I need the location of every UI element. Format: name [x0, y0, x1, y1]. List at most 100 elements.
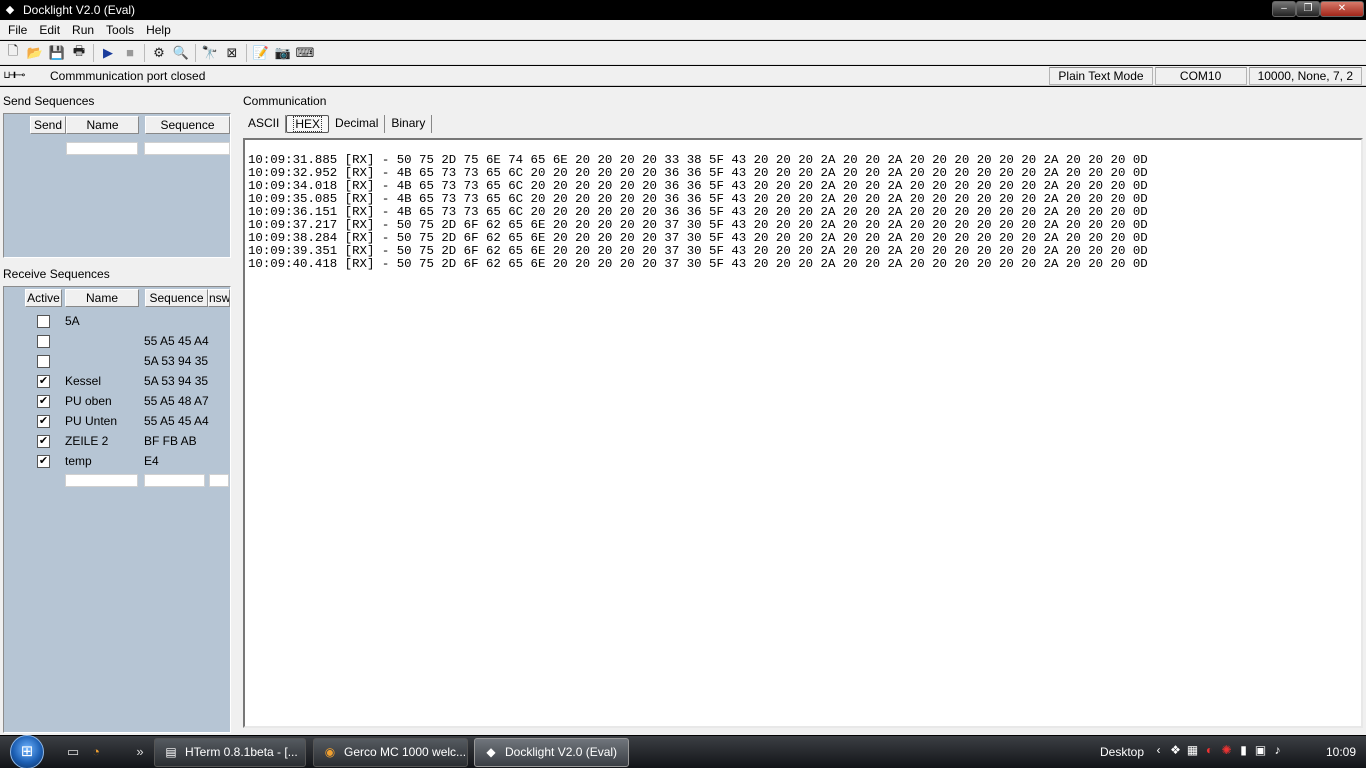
toolbar-separator: [144, 43, 145, 62]
menu-help[interactable]: Help: [140, 21, 177, 39]
active-checkbox[interactable]: ✔: [37, 435, 50, 448]
new-send-name-cell[interactable]: [66, 142, 138, 155]
battery-icon[interactable]: ▮: [1235, 743, 1252, 757]
tab-hex-label: HEX: [293, 116, 323, 132]
dropbox-icon[interactable]: ❖: [1167, 743, 1184, 757]
desktop-toolbar[interactable]: Desktop: [1100, 745, 1144, 759]
print-icon[interactable]: 🖶: [68, 43, 90, 63]
active-checkbox[interactable]: [37, 315, 50, 328]
tab-binary[interactable]: Binary: [385, 115, 433, 133]
task-label: Gerco MC 1000 welc...: [344, 745, 467, 759]
active-col-header[interactable]: Active: [25, 289, 62, 307]
antivirus-icon[interactable]: ◐: [1201, 743, 1218, 757]
table-row[interactable]: ✔ PU oben 55 A5 48 A7: [4, 391, 230, 411]
open-folder-icon[interactable]: 📂: [24, 43, 46, 63]
name-col-header[interactable]: Name: [65, 289, 139, 307]
row-sequence: E4: [144, 454, 159, 468]
port-indicator: COM10: [1154, 67, 1247, 85]
network-icon[interactable]: ▣: [1252, 743, 1269, 757]
active-checkbox[interactable]: [37, 355, 50, 368]
firefox-icon: ◉: [324, 745, 336, 759]
row-sequence: 55 A5 45 A4: [144, 414, 209, 428]
docklight-app-icon[interactable]: ◆: [3, 3, 17, 17]
network-drive-icon[interactable]: ▦: [1184, 743, 1201, 757]
new-receive-sequence-cell[interactable]: [144, 474, 205, 487]
close-button[interactable]: ✕: [1320, 1, 1364, 17]
mode-indicator: Plain Text Mode: [1049, 67, 1153, 85]
display-mode-tabs: ASCII HEX Decimal Binary: [242, 114, 433, 134]
snapshot-camera-icon[interactable]: 📷: [272, 43, 294, 63]
menu-tools[interactable]: Tools: [100, 21, 140, 39]
settings-indicator: 10000, None, 7, 2: [1248, 67, 1362, 85]
send-col-header[interactable]: Send: [30, 116, 66, 134]
clear-window-icon[interactable]: ⊠: [221, 43, 243, 63]
tray-expand-icon[interactable]: ‹: [1150, 743, 1167, 757]
table-row[interactable]: 55 A5 45 A4: [4, 331, 230, 351]
table-row[interactable]: 5A 53 94 35: [4, 351, 230, 371]
receive-sequences-grid[interactable]: Active Name Sequence nsw 5A 55 A5 45 A4 …: [3, 286, 231, 733]
toolbar-separator: [195, 43, 196, 62]
active-checkbox[interactable]: ✔: [37, 395, 50, 408]
tab-ascii[interactable]: ASCII: [242, 115, 287, 133]
row-name: ZEILE 2: [65, 434, 109, 448]
menu-file[interactable]: File: [2, 21, 33, 39]
hterm-icon: ▤: [165, 745, 177, 759]
port-connection-icon: ⊔⊣⊢⊸: [4, 70, 25, 81]
toolbar-separator: [246, 43, 247, 62]
menu-edit[interactable]: Edit: [33, 21, 66, 39]
project-settings-icon[interactable]: ⚙: [148, 43, 170, 63]
row-sequence: 55 A5 48 A7: [144, 394, 209, 408]
task-docklight[interactable]: ◆ Docklight V2.0 (Eval): [474, 738, 629, 767]
active-checkbox[interactable]: ✔: [37, 415, 50, 428]
notepad-icon[interactable]: 📝: [250, 43, 272, 63]
quicklaunch-overflow-icon[interactable]: »: [130, 742, 150, 762]
window-controls: ‒ ❐ ✕: [1272, 1, 1364, 17]
volume-icon[interactable]: ♪: [1269, 743, 1286, 757]
communication-window[interactable]: 10:09:31.885 [RX] - 50 75 2D 75 6E 74 65…: [243, 138, 1363, 728]
task-hterm[interactable]: ▤ HTerm 0.8.1beta - [...: [154, 738, 306, 767]
table-row[interactable]: ✔ Kessel 5A 53 94 35: [4, 371, 230, 391]
toolbar-separator: [93, 43, 94, 62]
keyboard-icon[interactable]: ⌨: [294, 43, 316, 63]
active-checkbox[interactable]: ✔: [37, 455, 50, 468]
table-row[interactable]: ✔ ZEILE 2 BF FB AB: [4, 431, 230, 451]
acrobat-icon[interactable]: ✺: [1218, 743, 1235, 757]
tab-decimal[interactable]: Decimal: [329, 115, 386, 133]
new-receive-answer-cell[interactable]: [209, 474, 229, 487]
edit-sequence-icon[interactable]: 🔍: [170, 43, 192, 63]
menu-run[interactable]: Run: [66, 21, 100, 39]
tab-hex[interactable]: HEX: [286, 115, 330, 133]
stop-communication-icon[interactable]: ■: [119, 43, 141, 63]
port-status-text: Commmunication port closed: [50, 68, 206, 83]
new-send-sequence-cell[interactable]: [144, 142, 230, 155]
start-communication-icon[interactable]: ▶: [97, 43, 119, 63]
row-sequence: 55 A5 45 A4: [144, 334, 209, 348]
find-binoculars-icon[interactable]: 🔭: [199, 43, 221, 63]
row-name: Kessel: [65, 374, 102, 388]
table-row[interactable]: 5A: [4, 311, 230, 331]
task-gerco[interactable]: ◉ Gerco MC 1000 welc...: [313, 738, 468, 767]
new-file-icon[interactable]: 🗋: [2, 43, 24, 63]
send-sequences-grid[interactable]: Send Name Sequence: [3, 113, 231, 258]
start-button[interactable]: ⊞: [3, 735, 51, 768]
firefox-quicklaunch-icon[interactable]: ◔: [86, 742, 106, 762]
row-name: 5A: [65, 314, 80, 328]
title-bar: ◆ Docklight V2.0 (Eval) ‒ ❐ ✕: [0, 0, 1366, 20]
minimize-button[interactable]: ‒: [1272, 1, 1296, 17]
show-desktop-icon[interactable]: ▭: [63, 742, 83, 762]
receive-sequences-title: Receive Sequences: [3, 267, 110, 281]
clock[interactable]: 10:09: [1326, 745, 1356, 759]
answer-col-header[interactable]: nsw: [208, 289, 230, 307]
maximize-button[interactable]: ❐: [1296, 1, 1320, 17]
active-checkbox[interactable]: [37, 335, 50, 348]
sequence-col-header[interactable]: Sequence: [145, 289, 208, 307]
new-receive-name-cell[interactable]: [65, 474, 138, 487]
row-name: PU oben: [65, 394, 112, 408]
table-row[interactable]: ✔ PU Unten 55 A5 45 A4: [4, 411, 230, 431]
table-row[interactable]: ✔ temp E4: [4, 451, 230, 471]
sequence-col-header[interactable]: Sequence: [145, 116, 230, 134]
name-col-header[interactable]: Name: [66, 116, 139, 134]
save-icon[interactable]: 💾: [46, 43, 68, 63]
active-checkbox[interactable]: ✔: [37, 375, 50, 388]
task-label: HTerm 0.8.1beta - [...: [185, 745, 298, 759]
